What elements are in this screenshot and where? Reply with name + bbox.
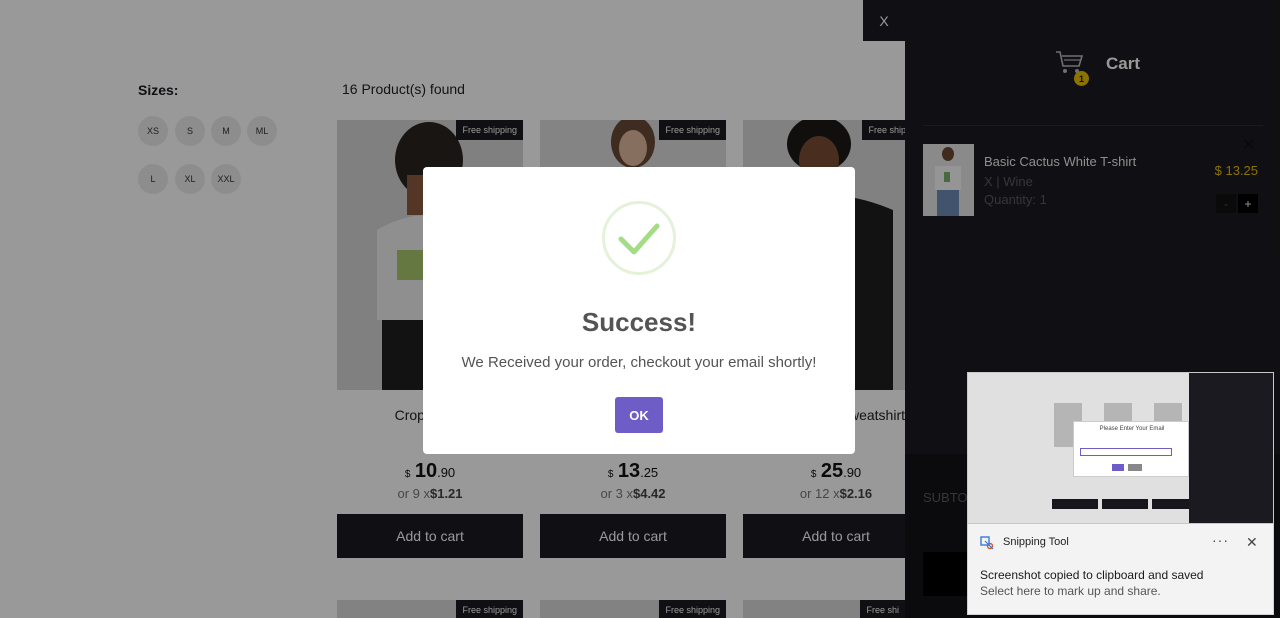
notification-subtext: Select here to mark up and share.	[980, 584, 1161, 598]
preview-modal-title: Please Enter Your Email	[1099, 426, 1165, 432]
preview-email-input	[1080, 448, 1172, 456]
close-icon[interactable]: ✕	[1246, 534, 1258, 551]
snipping-tool-notification[interactable]: Snipping Tool ··· ✕ Screenshot copied to…	[967, 524, 1274, 615]
snipping-tool-preview[interactable]: Please Enter Your Email	[967, 372, 1274, 524]
preview-ok-button	[1112, 464, 1124, 471]
preview-cancel-button	[1128, 464, 1142, 471]
preview-email-modal: Please Enter Your Email	[1073, 421, 1189, 477]
snipping-tool-icon	[980, 536, 994, 550]
more-options-icon[interactable]: ···	[1212, 532, 1229, 548]
success-modal: Success! We Received your order, checkou…	[423, 167, 855, 454]
modal-title: Success!	[581, 307, 697, 337]
preview-cart-panel	[1189, 373, 1273, 523]
ok-button[interactable]: OK	[615, 397, 663, 433]
success-check-icon	[602, 201, 676, 275]
notification-message: Screenshot copied to clipboard and saved	[980, 568, 1204, 582]
notification-app-name: Snipping Tool	[1003, 536, 1069, 548]
modal-message: We Received your order, checkout your em…	[461, 354, 817, 371]
